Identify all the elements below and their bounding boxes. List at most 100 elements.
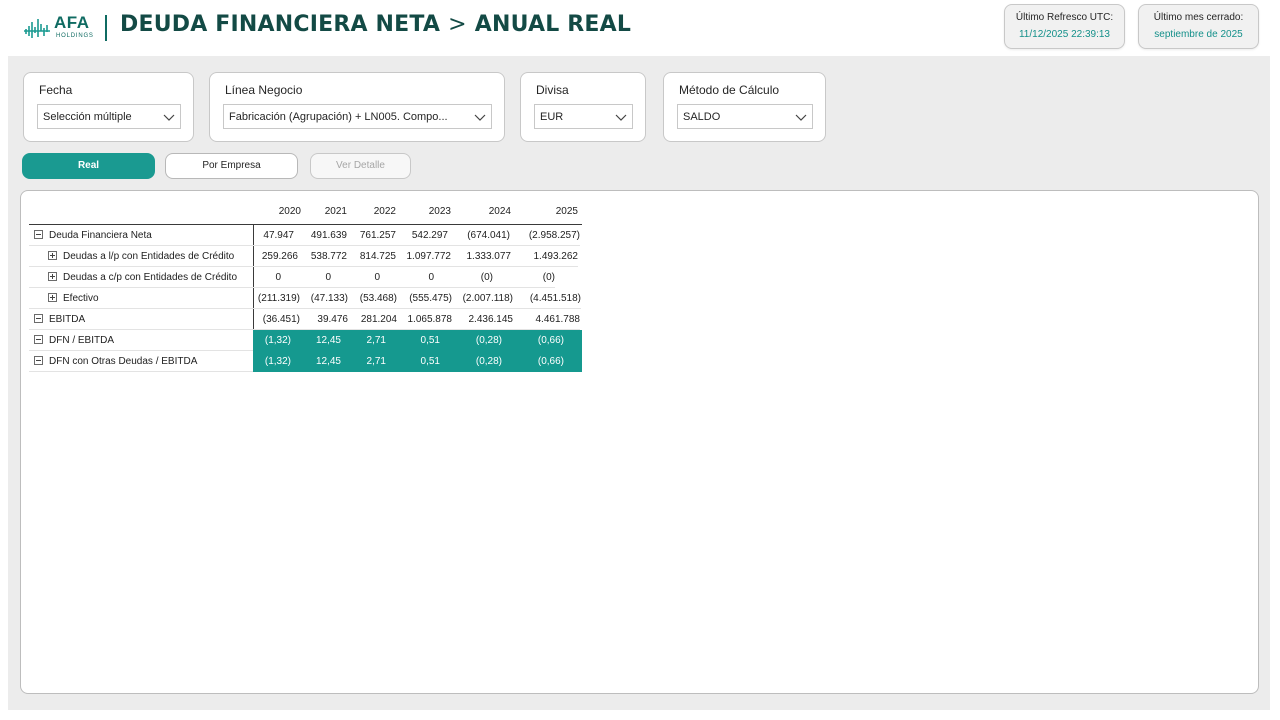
logo-bars-icon (24, 19, 50, 38)
row-header: DFN / EBITDA (29, 330, 253, 351)
row-header: DFN con Otras Deudas / EBITDA (29, 351, 253, 372)
slicer-fecha-dropdown[interactable]: Selección múltiple (37, 104, 181, 129)
chevron-down-icon (474, 114, 486, 121)
matrix-cell: (2.007.118) (452, 288, 513, 309)
matrix-cell: 814.725 (347, 246, 396, 267)
row-label: DFN / EBITDA (49, 335, 115, 346)
matrix-row-deudas-lp: Deudas a l/p con Entidades de Crédito 25… (29, 246, 582, 267)
matrix-cell: 761.257 (347, 225, 396, 246)
por-empresa-button[interactable]: Por Empresa (165, 153, 298, 179)
logo-main-text: AFA (54, 13, 90, 32)
matrix-cell: 1.097.772 (396, 246, 451, 267)
last-refresh-card: Último Refresco UTC: 11/12/2025 22:39:13 (1004, 4, 1125, 49)
matrix-cell: 4.461.788 (513, 309, 580, 330)
chevron-down-icon (615, 114, 627, 121)
title-part-1: DEUDA FINANCIERA NETA (120, 12, 441, 37)
row-header: Efectivo (29, 288, 253, 309)
matrix-cell: 2.436.145 (452, 309, 513, 330)
matrix-cell: 491.639 (294, 225, 347, 246)
slicer-divisa-dropdown[interactable]: EUR (534, 104, 633, 129)
row-label: Deudas a l/p con Entidades de Crédito (63, 251, 235, 262)
slicer-metodo-calculo-dropdown[interactable]: SALDO (677, 104, 813, 129)
row-label: Deuda Financiera Neta (49, 230, 152, 241)
expand-icon[interactable] (48, 251, 57, 260)
slicer-linea-negocio-label: Línea Negocio (225, 83, 303, 97)
row-header: Deudas a c/p con Entidades de Crédito (29, 267, 253, 288)
real-button[interactable]: Real (22, 153, 155, 179)
row-label: DFN con Otras Deudas / EBITDA (49, 356, 198, 367)
column-header[interactable]: 2021 (301, 199, 347, 225)
matrix-cell: (47.133) (300, 288, 348, 309)
matrix-cell: 0,51 (386, 330, 440, 351)
slicer-linea-negocio: Línea Negocio Fabricación (Agrupación) +… (209, 72, 505, 142)
matrix-row-dfn-ebitda: DFN / EBITDA (1,32) 12,45 2,71 0,51 (0,2… (29, 330, 582, 351)
row-label: Efectivo (63, 293, 99, 304)
slicer-metodo-calculo-value: SALDO (683, 111, 721, 123)
last-closed-month-label: Último mes cerrado: (1153, 12, 1244, 23)
chevron-down-icon (163, 114, 175, 121)
matrix-row-dfn-otras-deudas-ebitda: DFN con Otras Deudas / EBITDA (1,32) 12,… (29, 351, 582, 372)
matrix-cell: 0 (281, 267, 331, 288)
company-logo: AFA HOLDINGS (24, 14, 94, 42)
row-header: EBITDA (29, 309, 253, 330)
chevron-down-icon (795, 114, 807, 121)
matrix-cell: 1.333.077 (451, 246, 511, 267)
matrix-cell: (0,66) (502, 351, 564, 372)
row-header: Deudas a l/p con Entidades de Crédito (29, 246, 253, 267)
ver-detalle-button[interactable]: Ver Detalle (310, 153, 411, 179)
matrix-cell: (0) (493, 267, 555, 288)
matrix-cell: 0,51 (386, 351, 440, 372)
column-header[interactable]: 2023 (396, 199, 451, 225)
expand-icon[interactable] (48, 293, 57, 302)
page-title: DEUDA FINANCIERA NETA > ANUAL REAL (120, 12, 631, 37)
slicer-linea-negocio-dropdown[interactable]: Fabricación (Agrupación) + LN005. Compo.… (223, 104, 492, 129)
slicer-metodo-calculo-label: Método de Cálculo (679, 83, 780, 97)
collapse-icon[interactable] (34, 230, 43, 239)
matrix-cell: 538.772 (298, 246, 347, 267)
matrix-cell: (0,28) (440, 330, 502, 351)
expand-icon[interactable] (48, 272, 57, 281)
collapse-icon[interactable] (34, 314, 43, 323)
slicer-metodo-calculo: Método de Cálculo SALDO (663, 72, 826, 142)
matrix-cell: 2,71 (341, 330, 386, 351)
matrix-cell: (1,32) (253, 330, 291, 351)
column-header[interactable]: 2025 (511, 199, 578, 225)
collapse-icon[interactable] (34, 335, 43, 344)
matrix-cell: 1.493.262 (511, 246, 578, 267)
slicer-fecha-value: Selección múltiple (43, 111, 132, 123)
title-part-2: ANUAL REAL (474, 12, 632, 37)
collapse-icon[interactable] (34, 356, 43, 365)
matrix-cell: 0 (380, 267, 434, 288)
slicer-divisa: Divisa EUR (520, 72, 646, 142)
matrix-cell: 0 (331, 267, 380, 288)
matrix-row-ebitda: EBITDA (36.451) 39.476 281.204 1.065.878… (29, 309, 582, 330)
dfn-matrix: 2020 2021 2022 2023 2024 2025 Deuda Fina… (29, 199, 582, 372)
row-header: Deuda Financiera Neta (29, 225, 253, 246)
last-closed-month-card: Último mes cerrado: septiembre de 2025 (1138, 4, 1259, 49)
matrix-cell: 12,45 (291, 351, 341, 372)
matrix-cell: (2.958.257) (510, 225, 580, 246)
matrix-cell: (211.319) (253, 288, 300, 309)
breadcrumb-chevron-icon: > (448, 12, 467, 37)
slicer-linea-negocio-value: Fabricación (Agrupación) + LN005. Compo.… (229, 111, 448, 123)
column-header[interactable]: 2024 (451, 199, 511, 225)
matrix-cell: 47.947 (253, 225, 294, 246)
matrix-row-deuda-financiera-neta: Deuda Financiera Neta 47.947 491.639 761… (29, 225, 582, 246)
slicer-fecha-label: Fecha (39, 83, 73, 97)
matrix-cell: 0 (253, 267, 281, 288)
column-header[interactable]: 2020 (253, 199, 301, 225)
slicer-divisa-label: Divisa (536, 83, 569, 97)
slicer-fecha: Fecha Selección múltiple (23, 72, 194, 142)
matrix-panel: 2020 2021 2022 2023 2024 2025 Deuda Fina… (20, 190, 1259, 694)
report-header: AFA HOLDINGS DEUDA FINANCIERA NETA > ANUAL… (0, 0, 1280, 56)
row-label: EBITDA (49, 314, 86, 325)
matrix-cell: (1,32) (253, 351, 291, 372)
column-header[interactable]: 2022 (347, 199, 396, 225)
row-label: Deudas a c/p con Entidades de Crédito (63, 272, 237, 283)
slicer-divisa-value: EUR (540, 111, 564, 123)
matrix-cell: (0,28) (440, 351, 502, 372)
matrix-cell: (0) (434, 267, 493, 288)
matrix-cell: (4.451.518) (513, 288, 581, 309)
matrix-cell: (674.041) (448, 225, 510, 246)
matrix-cell: 1.065.878 (397, 309, 452, 330)
